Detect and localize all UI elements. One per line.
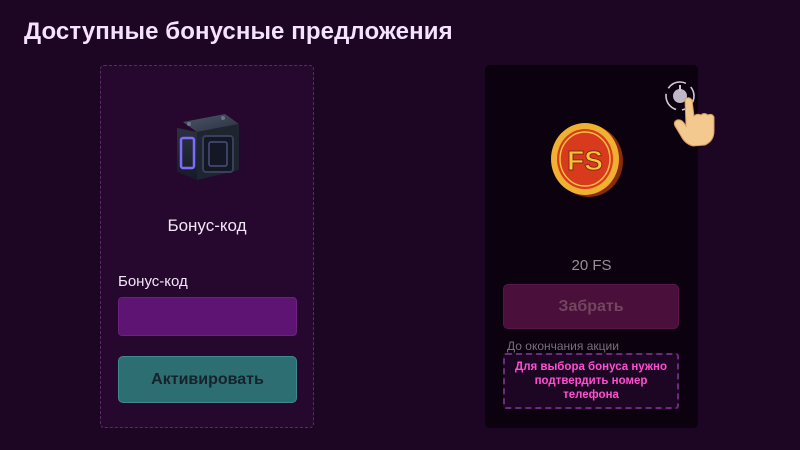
pointing-hand-icon bbox=[673, 97, 715, 147]
bonus-code-input[interactable] bbox=[118, 297, 297, 336]
bonus-code-label: Бонус-код bbox=[118, 273, 188, 290]
bonus-amount: 20 FS bbox=[571, 257, 612, 274]
phone-verification-notice[interactable]: Для выбора бонуса нужно подтвердить номе… bbox=[503, 353, 679, 409]
claim-button[interactable]: Забрать bbox=[503, 284, 679, 329]
mystery-box-icon bbox=[177, 114, 239, 180]
free-spins-card: FS 20 FS Забрать До окончания акции Для … bbox=[485, 65, 715, 428]
svg-text:FS: FS bbox=[567, 145, 603, 176]
activate-button[interactable]: Активировать bbox=[118, 356, 297, 403]
bonus-code-card: Бонус-код Бонус-код Активировать bbox=[100, 65, 314, 428]
page-title: Доступные бонусные предложения bbox=[24, 18, 453, 45]
fs-coin-icon: FS bbox=[551, 123, 623, 197]
promo-end-label: До окончания акции bbox=[507, 339, 619, 353]
bonus-code-title: Бонус-код bbox=[167, 216, 247, 235]
